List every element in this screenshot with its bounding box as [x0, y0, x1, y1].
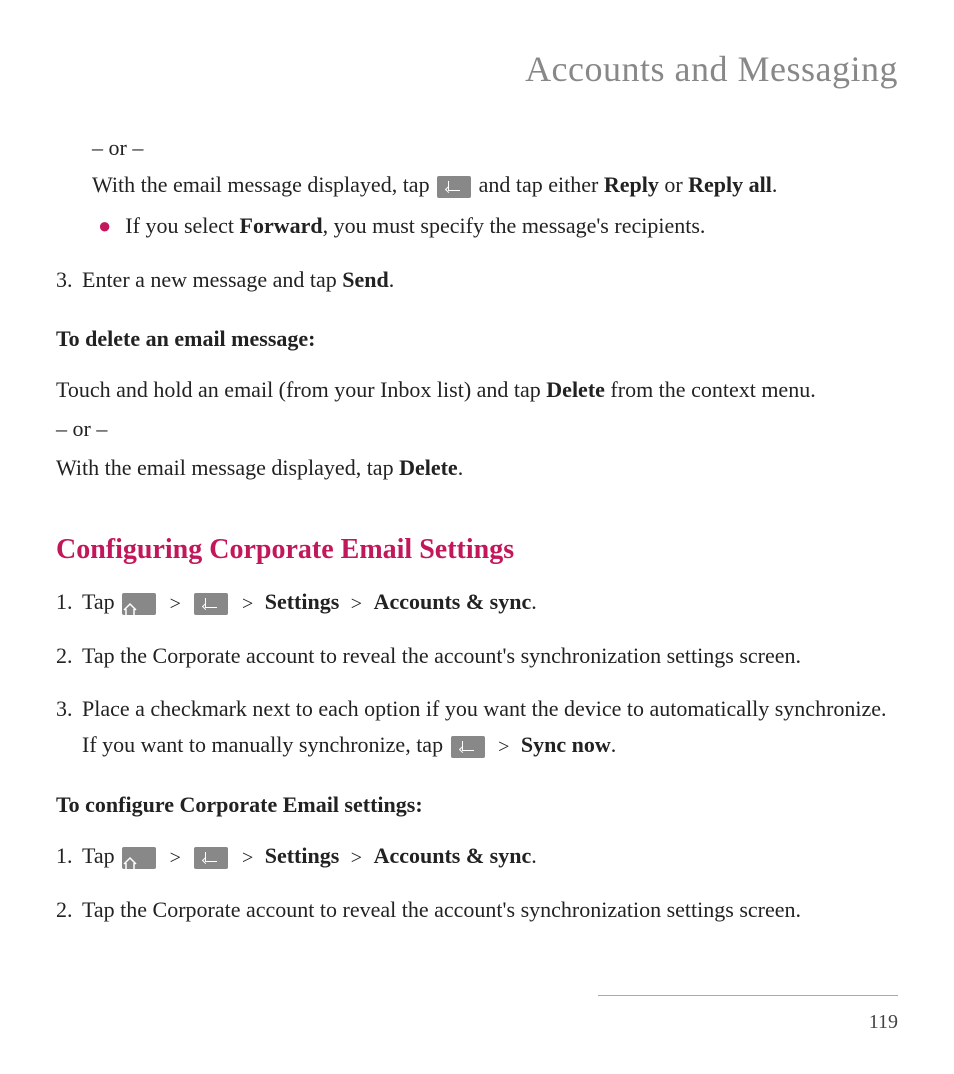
configure-step-2: 2. Tap the Corporate account to reveal t… — [56, 892, 898, 927]
config-step-3: 3. Place a checkmark next to each option… — [56, 691, 898, 762]
reply-all-label: Reply all — [688, 172, 772, 197]
delete-paragraph-2: With the email message displayed, tap De… — [56, 450, 898, 485]
section-title: Configuring Corporate Email Settings — [56, 528, 898, 573]
text: and tap either — [479, 172, 604, 197]
accounts-sync-label: Accounts & sync — [374, 589, 532, 614]
breadcrumb-separator: > — [242, 842, 253, 874]
step-number: 3. — [56, 691, 82, 762]
breadcrumb-separator: > — [170, 588, 181, 620]
home-key-icon — [122, 593, 156, 615]
text: Tap — [82, 843, 120, 868]
page-number: 119 — [869, 1011, 898, 1034]
delete-paragraph-1: Touch and hold an email (from your Inbox… — [56, 372, 898, 407]
or-separator: – or – — [92, 130, 898, 165]
page-content: – or – With the email message displayed,… — [56, 130, 898, 927]
text: from the context menu. — [605, 377, 816, 402]
config-step-1: 1. Tap > > Settings > Accounts & sync. — [56, 584, 898, 620]
text: With the email message displayed, tap — [92, 172, 435, 197]
home-key-icon — [122, 847, 156, 869]
configure-step-1: 1. Tap > > Settings > Accounts & sync. — [56, 838, 898, 874]
bullet-icon: ● — [98, 208, 111, 243]
footer-rule — [598, 995, 898, 996]
text: . — [772, 172, 778, 197]
configure-heading: To configure Corporate Email settings: — [56, 787, 898, 822]
menu-key-icon — [437, 176, 471, 198]
breadcrumb-separator: > — [242, 588, 253, 620]
settings-label: Settings — [265, 589, 340, 614]
continuation-block: – or – With the email message displayed,… — [92, 130, 898, 244]
delete-label: Delete — [546, 377, 605, 402]
bullet-text: If you select Forward, you must specify … — [125, 208, 898, 243]
text: . — [531, 589, 537, 614]
step-text: Tap the Corporate account to reveal the … — [82, 892, 898, 927]
delete-heading: To delete an email message: — [56, 321, 898, 356]
step-text: Tap > > Settings > Accounts & sync. — [82, 838, 898, 874]
breadcrumb-separator: > — [351, 842, 362, 874]
forward-label: Forward — [240, 213, 323, 238]
menu-key-icon — [194, 593, 228, 615]
bullet-item: ● If you select Forward, you must specif… — [98, 208, 898, 243]
menu-key-icon — [194, 847, 228, 869]
delete-label: Delete — [399, 455, 458, 480]
send-label: Send — [342, 267, 388, 292]
sync-now-label: Sync now — [521, 732, 611, 757]
step-text: Tap > > Settings > Accounts & sync. — [82, 584, 898, 620]
menu-key-icon — [451, 736, 485, 758]
accounts-sync-label: Accounts & sync — [374, 843, 532, 868]
reply-label: Reply — [604, 172, 659, 197]
step-text: Tap the Corporate account to reveal the … — [82, 638, 898, 673]
text: . — [389, 267, 395, 292]
text: . — [458, 455, 464, 480]
text: Touch and hold an email (from your Inbox… — [56, 377, 546, 402]
step-text: Enter a new message and tap Send. — [82, 262, 898, 297]
text: Enter a new message and tap — [82, 267, 342, 292]
text: Tap — [82, 589, 120, 614]
step-number: 1. — [56, 838, 82, 874]
step-text: Place a checkmark next to each option if… — [82, 691, 898, 762]
breadcrumb-separator: > — [170, 842, 181, 874]
breadcrumb-separator: > — [351, 588, 362, 620]
config-step-2: 2. Tap the Corporate account to reveal t… — [56, 638, 898, 673]
breadcrumb-separator: > — [498, 731, 509, 763]
text: . — [611, 732, 617, 757]
step-3: 3. Enter a new message and tap Send. — [56, 262, 898, 297]
step-number: 3. — [56, 262, 82, 297]
text: With the email message displayed, tap — [56, 455, 399, 480]
text: . — [531, 843, 537, 868]
instruction-line: With the email message displayed, tap an… — [92, 167, 898, 202]
settings-label: Settings — [265, 843, 340, 868]
text: If you select — [125, 213, 239, 238]
or-separator: – or – — [56, 411, 898, 446]
text: or — [664, 172, 688, 197]
step-number: 2. — [56, 638, 82, 673]
step-number: 1. — [56, 584, 82, 620]
text: , you must specify the message's recipie… — [323, 213, 706, 238]
step-number: 2. — [56, 892, 82, 927]
page-header: Accounts and Messaging — [56, 48, 898, 90]
